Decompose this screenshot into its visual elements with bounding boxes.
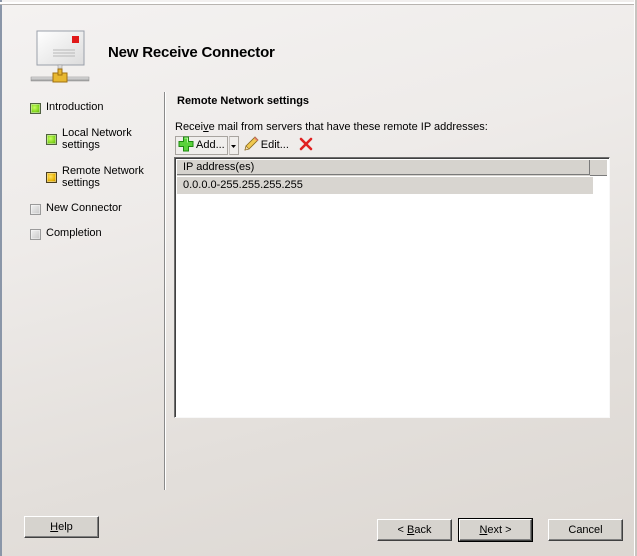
step-label: New Connector — [46, 202, 122, 214]
list-row[interactable]: 0.0.0.0-255.255.255.255 — [177, 177, 593, 194]
ip-address-list[interactable]: IP address(es) 0.0.0.0-255.255.255.255 — [174, 157, 610, 418]
step-completion[interactable]: Completion — [30, 227, 102, 240]
description-text: e mail from servers that have these remo… — [208, 121, 488, 133]
remove-button[interactable] — [297, 136, 315, 155]
wizard-title: New Receive Connector — [108, 44, 275, 61]
access-key: H — [50, 521, 59, 533]
chevron-down-icon — [231, 139, 237, 151]
status-pending-icon — [30, 204, 41, 215]
back-button[interactable]: < Back — [377, 519, 452, 541]
step-label: Completion — [46, 227, 102, 239]
step-label: Local Network settings — [62, 127, 132, 151]
mail-connector-icon — [28, 28, 92, 86]
status-complete-icon — [46, 134, 57, 145]
column-header-ip-addresses[interactable]: IP address(es) — [177, 160, 590, 175]
access-key: N — [479, 524, 488, 536]
access-key: B — [407, 524, 415, 536]
help-button[interactable]: Help — [24, 516, 99, 538]
button-label: ack — [414, 524, 432, 536]
window-border-left — [0, 0, 2, 556]
edit-button[interactable]: Edit... — [241, 135, 291, 155]
edit-label: Edit... — [260, 139, 289, 151]
red-x-icon — [299, 137, 313, 154]
status-current-icon — [46, 172, 57, 183]
description-text: Recei — [175, 121, 204, 133]
vertical-divider — [164, 92, 166, 490]
ip-list-toolbar: Add... Edit... — [175, 135, 315, 155]
column-header-filler — [590, 160, 607, 176]
list-header: IP address(es) — [177, 160, 607, 176]
add-dropdown-button[interactable] — [228, 135, 239, 155]
step-label: Remote Network settings — [62, 165, 144, 189]
step-local-network-settings[interactable]: Local Network settings — [46, 127, 146, 151]
ip-list-description: Receive mail from servers that have thes… — [175, 121, 488, 133]
step-label: Introduction — [46, 101, 104, 113]
section-title: Remote Network settings — [177, 95, 310, 107]
pencil-icon — [243, 135, 259, 155]
step-remote-network-settings[interactable]: Remote Network settings — [46, 165, 156, 189]
step-introduction[interactable]: Introduction — [30, 101, 103, 114]
next-button[interactable]: Next > — [458, 518, 533, 542]
button-label: ext > — [487, 524, 512, 536]
status-pending-icon — [30, 229, 41, 240]
status-complete-icon — [30, 103, 41, 114]
button-label: elp — [58, 521, 73, 533]
add-button[interactable]: Add... — [175, 135, 228, 155]
green-plus-icon — [178, 136, 194, 155]
cancel-button[interactable]: Cancel — [548, 519, 623, 541]
step-new-connector[interactable]: New Connector — [30, 202, 122, 215]
window-border-top — [0, 2, 637, 5]
add-label: Add... — [196, 139, 225, 151]
button-label: < — [397, 524, 407, 536]
